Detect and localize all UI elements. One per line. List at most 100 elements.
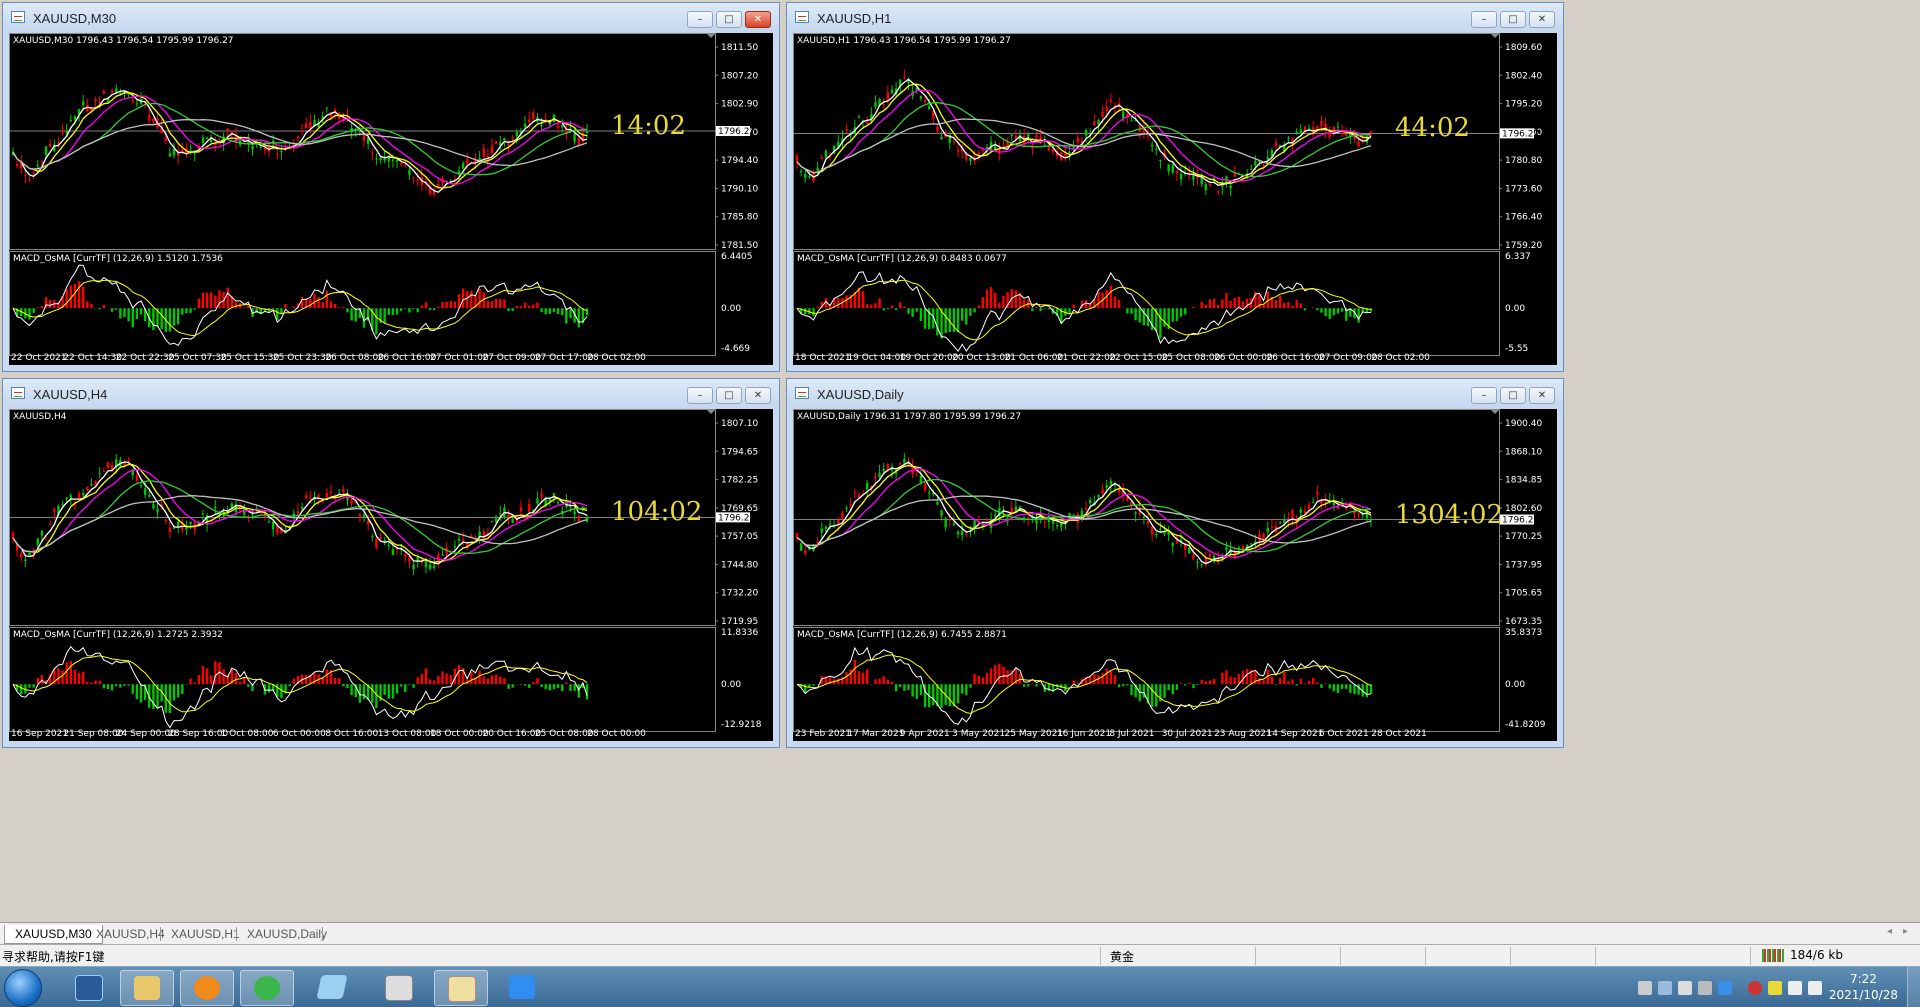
macd-histogram-bar bbox=[1213, 299, 1215, 308]
candle-body bbox=[392, 160, 394, 161]
window-title: XAUUSD,M30 bbox=[33, 11, 116, 26]
window-titlebar[interactable]: XAUUSD,M30 –□✕ bbox=[3, 3, 779, 33]
macd-histogram-bar bbox=[1312, 678, 1314, 684]
maximize-button[interactable]: □ bbox=[716, 11, 742, 28]
macd-histogram-bar bbox=[338, 307, 340, 308]
candle-body bbox=[1291, 510, 1293, 519]
macd-histogram-bar bbox=[854, 660, 856, 684]
macd-histogram-bar bbox=[1217, 305, 1219, 308]
candle-body bbox=[982, 150, 984, 151]
price-axis-label: 1769.65 bbox=[721, 504, 758, 514]
minimize-button[interactable]: – bbox=[1471, 11, 1497, 28]
keyboard-icon[interactable] bbox=[1638, 981, 1652, 995]
tab-scroll-left-icon[interactable]: ◂ bbox=[1887, 926, 1892, 937]
chart-canvas[interactable]: 1807.101794.651782.251769.651757.051744.… bbox=[9, 409, 773, 741]
candle-body bbox=[1023, 517, 1025, 518]
mute-icon[interactable] bbox=[1748, 981, 1762, 995]
macd-histogram-bar bbox=[214, 296, 216, 309]
window-titlebar[interactable]: XAUUSD,H4–□✕ bbox=[3, 379, 779, 409]
taskbar-app-mt4[interactable] bbox=[434, 970, 488, 1006]
minimize-button[interactable]: – bbox=[1471, 387, 1497, 404]
minimize-button[interactable]: – bbox=[687, 387, 713, 404]
display-icon[interactable] bbox=[1658, 981, 1672, 995]
close-button[interactable]: ✕ bbox=[745, 387, 771, 404]
chart-canvas[interactable]: 1809.601802.401795.201788.001780.801773.… bbox=[793, 33, 1557, 365]
price-axis-label: 1868.10 bbox=[1505, 447, 1542, 457]
candle-body bbox=[796, 156, 798, 162]
candle-body bbox=[400, 163, 402, 164]
macd-histogram-bar bbox=[82, 287, 84, 308]
taskbar-app-computer[interactable] bbox=[62, 970, 114, 1004]
minimize-button[interactable]: – bbox=[687, 11, 713, 28]
macd-histogram-bar bbox=[1341, 684, 1343, 689]
chart-canvas[interactable]: 1900.401868.101834.851802.601770.251737.… bbox=[793, 409, 1557, 741]
candle-body bbox=[462, 163, 464, 168]
flag-icon[interactable] bbox=[1768, 981, 1782, 995]
macd-histogram-bar bbox=[123, 684, 125, 686]
taskbar-app-pen[interactable] bbox=[496, 970, 548, 1004]
macd-histogram-bar bbox=[383, 308, 385, 323]
macd-readout: MACD_OsMA [CurrTF] (12,26,9) 6.7455 2.88… bbox=[797, 630, 1007, 640]
macd-histogram-bar bbox=[1031, 308, 1033, 311]
macd-histogram-bar bbox=[1180, 308, 1182, 316]
macd-histogram-bar bbox=[284, 304, 286, 308]
taskbar-clock[interactable]: 7:22 2021/10/28 bbox=[1829, 971, 1898, 1003]
close-button[interactable]: ✕ bbox=[1529, 11, 1555, 28]
candle-body bbox=[800, 171, 802, 172]
candle-body bbox=[1320, 121, 1322, 126]
time-axis-label: 23 Aug 2021 bbox=[1214, 729, 1272, 739]
ma-gray-line bbox=[13, 496, 587, 552]
price-axis-label: 1781.50 bbox=[721, 241, 758, 251]
chart-canvas[interactable]: 1811.501807.201802.901798.701794.401790.… bbox=[9, 33, 773, 365]
time-axis-label: 25 May 2021 bbox=[1005, 729, 1064, 739]
macd-histogram-bar bbox=[189, 308, 191, 313]
window-titlebar[interactable]: XAUUSD,Daily–□✕ bbox=[787, 379, 1563, 409]
maximize-button[interactable]: □ bbox=[1500, 11, 1526, 28]
candle-body bbox=[944, 518, 946, 527]
candle-body bbox=[1027, 135, 1029, 137]
macd-histogram-bar bbox=[470, 291, 472, 308]
time-axis-label: 21 Sep 08:00 bbox=[63, 729, 123, 739]
macd-histogram-bar bbox=[247, 684, 249, 687]
monitor-icon bbox=[75, 975, 103, 1001]
taskbar-app-explorer[interactable] bbox=[120, 970, 174, 1006]
macd-histogram-bar bbox=[1196, 684, 1198, 685]
macd-histogram-bar bbox=[903, 684, 905, 691]
macd-histogram-bar bbox=[528, 684, 530, 688]
taskbar-app-media-player[interactable] bbox=[180, 970, 234, 1006]
candle-body bbox=[309, 498, 311, 499]
maximize-button[interactable]: □ bbox=[1500, 387, 1526, 404]
chart-window-h1[interactable]: XAUUSD,H1–□✕1809.601802.401795.201788.00… bbox=[786, 2, 1564, 372]
clock-time: 7:22 bbox=[1829, 971, 1898, 987]
macd-histogram-bar bbox=[895, 684, 897, 691]
macd-histogram-bar bbox=[545, 308, 547, 314]
candle-body bbox=[359, 514, 361, 516]
usb-icon[interactable] bbox=[1698, 981, 1712, 995]
close-button[interactable]: ✕ bbox=[1529, 387, 1555, 404]
macd-histogram-bar bbox=[837, 298, 839, 308]
chart-window-h4[interactable]: XAUUSD,H4–□✕1807.101794.651782.251769.65… bbox=[2, 378, 780, 748]
network-tray-icon[interactable] bbox=[1678, 981, 1692, 995]
show-desktop-button[interactable] bbox=[1907, 967, 1920, 1007]
taskbar-app-wechat[interactable] bbox=[240, 970, 294, 1006]
macd-histogram-bar bbox=[553, 308, 555, 312]
candle-body bbox=[920, 476, 922, 482]
chart-window-d1[interactable]: XAUUSD,Daily–□✕1900.401868.101834.851802… bbox=[786, 378, 1564, 748]
candle-body bbox=[1180, 174, 1182, 179]
candle-body bbox=[957, 150, 959, 152]
shield-icon[interactable] bbox=[1718, 981, 1732, 995]
taskbar-app-notepad[interactable] bbox=[306, 970, 358, 1004]
candle-body bbox=[301, 507, 303, 509]
macd-histogram-bar bbox=[433, 680, 435, 684]
close-button[interactable]: ✕ bbox=[745, 11, 771, 28]
taskbar-app-archive[interactable] bbox=[372, 970, 424, 1004]
maximize-button[interactable]: □ bbox=[716, 387, 742, 404]
volume-icon[interactable] bbox=[1788, 981, 1802, 995]
macd-axis-label: -41.8209 bbox=[1505, 720, 1546, 730]
start-button[interactable] bbox=[4, 969, 42, 1007]
chart-window-m30[interactable]: XAUUSD,M30 –□✕ 1811.501807.201802.901798.7… bbox=[2, 2, 780, 372]
signal-icon[interactable] bbox=[1808, 981, 1822, 995]
tab-scroll-right-icon[interactable]: ▸ bbox=[1903, 926, 1908, 937]
window-titlebar[interactable]: XAUUSD,H1–□✕ bbox=[787, 3, 1563, 33]
macd-histogram-bar bbox=[198, 675, 200, 684]
